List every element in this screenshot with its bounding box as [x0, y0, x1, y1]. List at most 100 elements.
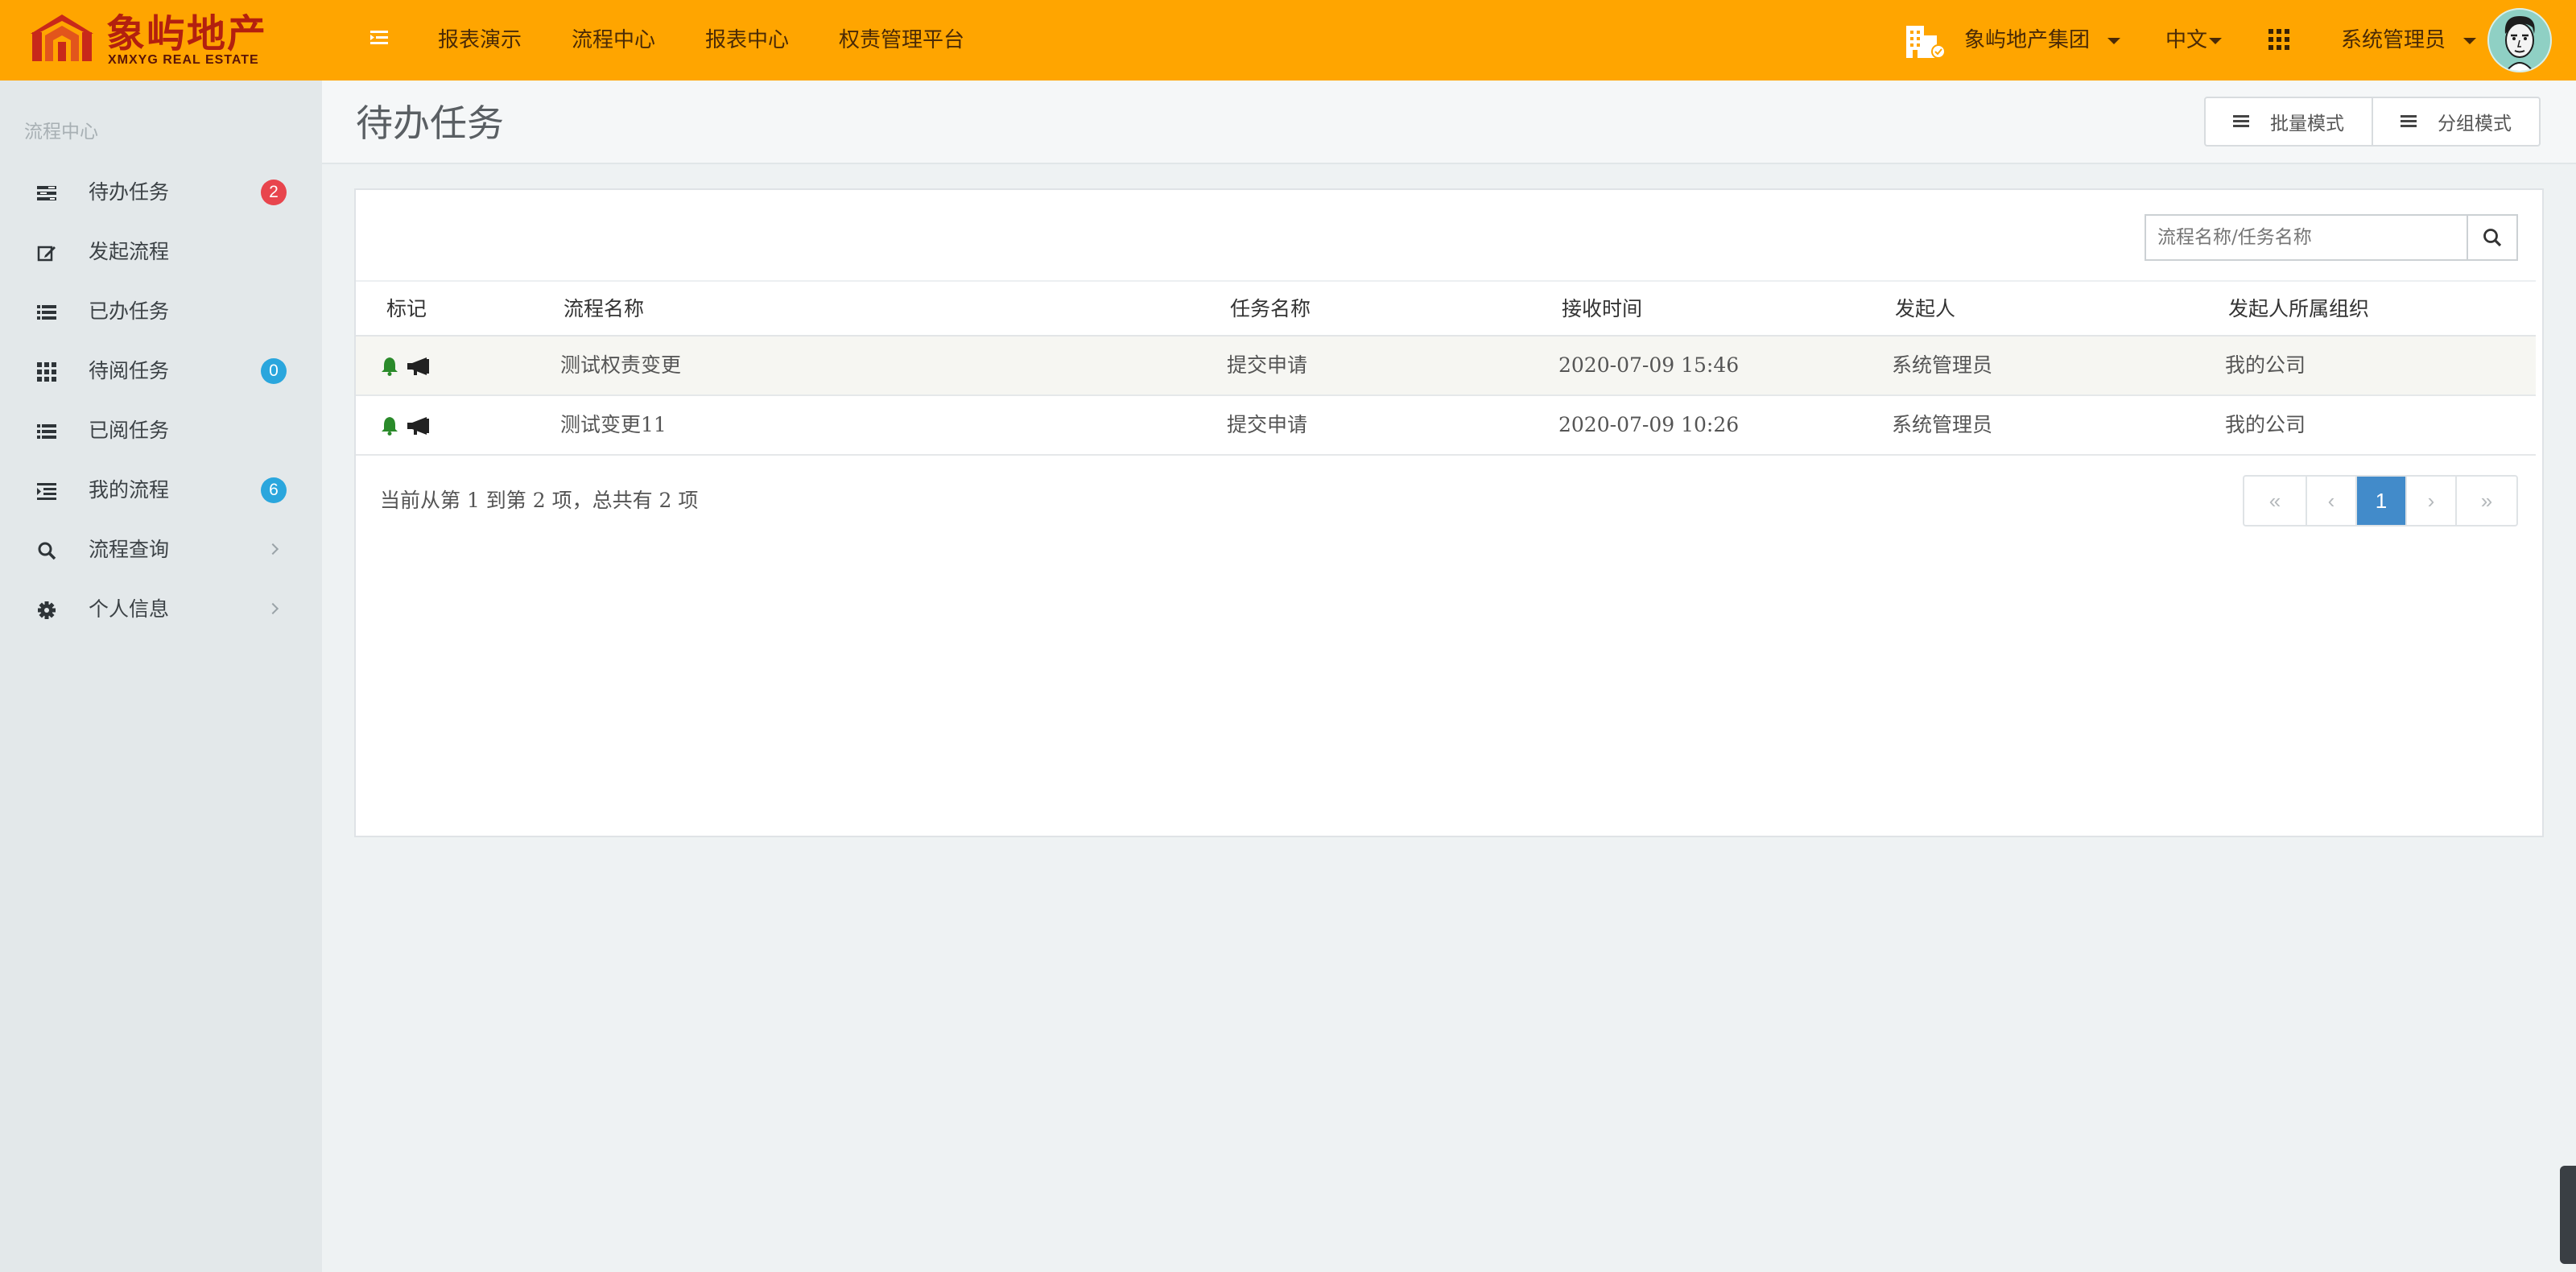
first-page-button[interactable]: «	[2244, 477, 2306, 525]
bars-icon	[2233, 115, 2249, 128]
process-name-cell[interactable]: 测试权责变更	[560, 337, 681, 394]
table-row[interactable]: 测试变更11 提交申请 2020-07-09 10:26 系统管理员 我的公司	[356, 396, 2536, 456]
table-header: 标记 流程名称 任务名称 接收时间 发起人 发起人所属组织	[356, 280, 2536, 337]
double-chevron-right-icon: »	[2480, 488, 2493, 513]
sidebar-item-label: 发起流程	[89, 240, 170, 263]
search-icon	[2483, 229, 2502, 247]
process-name-cell[interactable]: 测试变更11	[560, 396, 667, 454]
topnav-item-process-center[interactable]: 流程中心	[572, 0, 655, 81]
building-icon	[1905, 23, 1948, 63]
sidebar-item-process-query[interactable]: 流程查询	[0, 520, 322, 580]
column-header-received-time[interactable]: 接收时间	[1562, 282, 1642, 337]
pagination-summary: 当前从第 1 到第 2 项，总共有 2 项	[380, 489, 699, 512]
group-mode-label: 分组模式	[2438, 114, 2512, 134]
topnav-item-report-center[interactable]: 报表中心	[705, 0, 789, 81]
column-header-mark: 标记	[386, 297, 427, 320]
org-selector[interactable]: 象屿地产集团	[1964, 0, 2121, 81]
batch-mode-label: 批量模式	[2270, 114, 2344, 134]
sidebar-item-label: 我的流程	[89, 478, 170, 502]
column-header-task-name[interactable]: 任务名称	[1230, 282, 1311, 337]
initiator-cell: 系统管理员	[1892, 413, 1993, 436]
column-header-initiator-org[interactable]: 发起人所属组织	[2228, 282, 2369, 337]
menu-toggle-icon[interactable]	[369, 27, 390, 48]
last-page-button[interactable]: »	[2455, 477, 2516, 525]
todo-count-badge: 2	[261, 180, 287, 205]
search-input[interactable]	[2145, 214, 2467, 261]
sidebar-item-personal-info[interactable]: 个人信息	[0, 580, 322, 639]
gear-icon	[38, 601, 56, 619]
topnav-item-authority-platform[interactable]: 权责管理平台	[839, 0, 964, 81]
sidebar-item-my-process[interactable]: 我的流程 6	[0, 460, 322, 520]
page-header: 待办任务 批量模式 分组模式	[322, 81, 2576, 164]
sidebar-item-label: 待阅任务	[89, 359, 170, 382]
prev-page-button[interactable]: ‹	[2306, 477, 2355, 525]
column-header-initiator[interactable]: 发起人	[1895, 282, 1955, 337]
sidebar-item-read[interactable]: 已阅任务	[0, 401, 322, 460]
next-page-button[interactable]: ›	[2405, 477, 2455, 525]
to-read-count-badge: 0	[261, 358, 287, 384]
sidebar-item-label: 流程查询	[89, 538, 170, 561]
language-label: 中文	[2165, 28, 2208, 52]
topnav-item-report-demo[interactable]: 报表演示	[438, 0, 522, 81]
caret-down-icon	[2107, 37, 2121, 44]
bell-icon	[382, 417, 398, 436]
initiator-org-cell: 我的公司	[2225, 353, 2306, 377]
bars-icon	[2401, 115, 2417, 128]
sidebar-item-label: 个人信息	[89, 597, 170, 621]
task-list-panel: 标记 流程名称 任务名称 接收时间 发起人 发起人所属组织 测试权责变更 提交申…	[354, 188, 2544, 837]
row-marks	[380, 415, 431, 436]
floating-widget-handle[interactable]	[2560, 1166, 2576, 1264]
bell-icon	[382, 357, 398, 376]
chevron-left-icon: ‹	[2327, 488, 2335, 513]
brand-name-cn: 象屿地产	[106, 11, 268, 56]
chevron-right-icon: ›	[2427, 488, 2435, 513]
task-name-cell: 提交申请	[1227, 413, 1308, 436]
received-time-cell: 2020-07-09 10:26	[1558, 413, 1740, 436]
sidebar-item-label: 待办任务	[89, 180, 170, 204]
task-name-cell: 提交申请	[1227, 353, 1308, 377]
initiator-cell: 系统管理员	[1892, 353, 1993, 377]
top-navbar: 象屿地产 XMXYG REAL ESTATE 报表演示 流程中心 报表中心 权责…	[0, 0, 2576, 81]
sidebar-item-todo[interactable]: 待办任务 2	[0, 163, 322, 222]
group-mode-button[interactable]: 分组模式	[2372, 98, 2539, 145]
caret-down-icon	[2463, 37, 2477, 44]
view-mode-group: 批量模式 分组模式	[2204, 97, 2541, 147]
bullhorn-icon	[407, 417, 429, 435]
sidebar-item-done[interactable]: 已办任务	[0, 282, 322, 341]
search-button[interactable]	[2467, 214, 2518, 261]
task-table: 标记 流程名称 任务名称 接收时间 发起人 发起人所属组织 测试权责变更 提交申…	[356, 280, 2536, 456]
page-title: 待办任务	[356, 101, 504, 145]
chevron-right-icon	[266, 602, 279, 615]
indent-list-icon	[37, 483, 56, 500]
house-logo-icon	[31, 14, 93, 61]
grid-icon[interactable]	[2268, 29, 2289, 50]
tasks-icon	[37, 186, 56, 200]
batch-mode-button[interactable]: 批量模式	[2206, 98, 2372, 145]
sidebar: 流程中心 待办任务 2 发起流程 已办任务 待阅任务 0 已阅任务 我的流程 6…	[0, 81, 322, 1272]
language-selector[interactable]: 中文	[2165, 0, 2223, 81]
sidebar-item-to-read[interactable]: 待阅任务 0	[0, 341, 322, 401]
grid-icon	[37, 362, 56, 382]
pagination: « ‹ 1 › »	[2243, 475, 2518, 527]
sidebar-item-start-process[interactable]: 发起流程	[0, 222, 322, 282]
brand-logo[interactable]: 象屿地产 XMXYG REAL ESTATE	[29, 11, 295, 68]
user-avatar-icon	[2504, 16, 2535, 71]
avatar[interactable]	[2487, 8, 2552, 72]
column-header-process-name[interactable]: 流程名称	[564, 282, 644, 337]
search-icon	[38, 542, 56, 560]
user-menu[interactable]: 系统管理员	[2341, 0, 2477, 81]
list-icon	[37, 305, 56, 320]
bullhorn-icon	[407, 357, 429, 375]
sidebar-item-label: 已阅任务	[89, 419, 170, 442]
received-time-cell: 2020-07-09 15:46	[1558, 353, 1740, 377]
table-row[interactable]: 测试权责变更 提交申请 2020-07-09 15:46 系统管理员 我的公司	[356, 337, 2536, 396]
list-icon	[37, 424, 56, 439]
top-menu: 报表演示 流程中心 报表中心 权责管理平台	[438, 0, 1014, 81]
user-name: 系统管理员	[2341, 28, 2446, 52]
double-chevron-left-icon: «	[2268, 488, 2281, 513]
sidebar-title: 流程中心	[24, 122, 98, 142]
org-name: 象屿地产集团	[1964, 28, 2091, 52]
page-1-button[interactable]: 1	[2355, 477, 2405, 525]
page-number: 1	[2375, 488, 2388, 513]
sidebar-item-label: 已办任务	[89, 299, 170, 323]
